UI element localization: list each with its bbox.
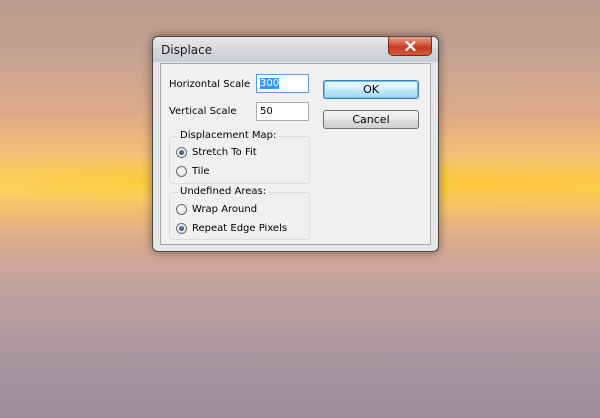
dialog-client-area: Horizontal Scale 300 Vertical Scale 50 D… — [160, 63, 431, 245]
undefined-areas-title: Undefined Areas: — [178, 186, 269, 197]
radio-stretch-to-fit[interactable]: Stretch To Fit — [176, 147, 257, 158]
cancel-button[interactable]: Cancel — [323, 110, 419, 129]
ok-button[interactable]: OK — [323, 80, 419, 99]
radio-label: Stretch To Fit — [192, 147, 257, 158]
horizontal-scale-input[interactable]: 300 — [256, 74, 309, 93]
radio-label: Wrap Around — [192, 204, 258, 215]
radio-button-checked[interactable] — [176, 223, 187, 234]
radio-wrap-around[interactable]: Wrap Around — [176, 204, 257, 215]
displacement-map-group: Displacement Map: Stretch To Fit Tile — [169, 130, 310, 184]
radio-button[interactable] — [176, 204, 187, 215]
horizontal-scale-label: Horizontal Scale — [169, 79, 251, 90]
radio-button-checked[interactable] — [176, 147, 187, 158]
radio-label: Repeat Edge Pixels — [192, 223, 288, 234]
radio-tile[interactable]: Tile — [176, 166, 210, 177]
dialog-title: Displace — [161, 43, 213, 57]
radio-label: Tile — [192, 166, 210, 177]
vertical-scale-label: Vertical Scale — [169, 106, 237, 117]
title-bar[interactable]: Displace — [153, 37, 438, 62]
close-x-icon — [404, 41, 416, 51]
displacement-map-title: Displacement Map: — [178, 130, 279, 141]
displace-dialog: Displace Horizontal Scale 300 Vertical S… — [152, 36, 439, 252]
undefined-areas-group: Undefined Areas: Wrap Around Repeat Edge… — [169, 186, 310, 240]
close-button[interactable] — [388, 37, 432, 56]
radio-button[interactable] — [176, 166, 187, 177]
radio-repeat-edge-pixels[interactable]: Repeat Edge Pixels — [176, 223, 287, 234]
vertical-scale-input[interactable]: 50 — [256, 102, 309, 121]
